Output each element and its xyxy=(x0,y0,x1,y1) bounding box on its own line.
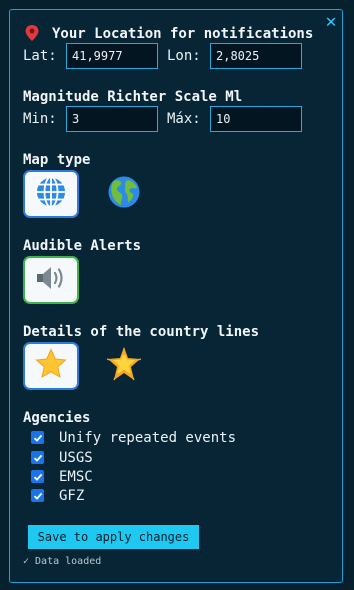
country-lines-star-button[interactable] xyxy=(23,342,79,390)
globe-meridians-icon xyxy=(34,175,68,213)
close-icon[interactable]: ✕ xyxy=(322,13,340,31)
magnitude-min-input[interactable] xyxy=(66,106,158,132)
audible-alerts-toggle[interactable] xyxy=(23,256,79,304)
location-title: Your Location for notifications xyxy=(52,26,314,42)
save-button[interactable]: Save to apply changes xyxy=(28,525,199,549)
agency-label: Unify repeated events xyxy=(59,430,237,446)
status-text: ✓ Data loaded xyxy=(23,556,102,567)
magnitude-max-input[interactable] xyxy=(210,106,302,132)
speaker-icon xyxy=(34,263,68,297)
country-lines-title: Details of the country lines xyxy=(23,324,260,340)
map-type-earth-button[interactable] xyxy=(104,174,144,214)
checkmark-icon xyxy=(33,428,43,447)
min-label: Min: xyxy=(23,111,57,127)
lat-label: Lat: xyxy=(23,48,57,64)
agency-label: USGS xyxy=(59,450,93,466)
longitude-input[interactable] xyxy=(210,43,302,69)
checkmark-icon xyxy=(33,486,43,505)
max-label: Máx: xyxy=(167,111,201,127)
checkbox-emsc[interactable] xyxy=(31,470,44,483)
agency-label: GFZ xyxy=(59,488,85,504)
latitude-input[interactable] xyxy=(66,43,158,69)
checkmark-icon xyxy=(33,448,43,467)
glowing-star-icon xyxy=(105,346,143,386)
pin-icon xyxy=(24,24,40,46)
checkmark-icon xyxy=(33,467,43,486)
country-lines-glowing-star-button[interactable] xyxy=(104,346,144,386)
agency-label: EMSC xyxy=(59,469,93,485)
magnitude-title: Magnitude Richter Scale Ml xyxy=(23,89,243,105)
checkbox-unify-repeated[interactable] xyxy=(31,431,44,444)
checkbox-gfz[interactable] xyxy=(31,489,44,502)
globe-earth-icon xyxy=(107,175,141,213)
checkbox-usgs[interactable] xyxy=(31,451,44,464)
map-type-globe-button[interactable] xyxy=(23,170,79,218)
lon-label: Lon: xyxy=(167,48,201,64)
map-type-title: Map type xyxy=(23,152,91,168)
audible-alerts-title: Audible Alerts xyxy=(23,238,142,254)
agencies-title: Agencies xyxy=(23,410,91,426)
star-icon xyxy=(34,348,68,384)
